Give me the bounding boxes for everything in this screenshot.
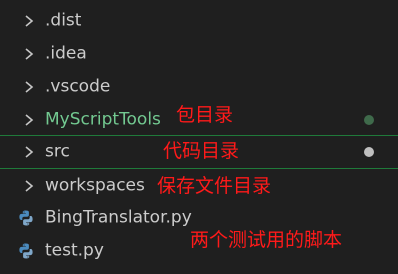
- status-dot: [364, 114, 374, 125]
- tree-item-label: workspaces: [45, 175, 145, 195]
- annotation-package-dir: 包目录: [176, 104, 234, 126]
- chevron-right-icon[interactable]: [22, 113, 36, 127]
- tree-item-label: src: [45, 141, 70, 162]
- tree-item-dist[interactable]: .dist: [0, 4, 398, 37]
- tree-item-vscode[interactable]: .vscode: [0, 70, 398, 103]
- annotation-workspace-dir: 保存文件目录: [157, 175, 272, 197]
- status-dot: [364, 147, 374, 157]
- annotation-code-dir: 代码目录: [163, 140, 240, 162]
- python-icon: [19, 243, 33, 258]
- annotation-test-scripts: 两个测试用的脚本: [190, 229, 343, 251]
- chevron-right-icon[interactable]: [22, 179, 36, 193]
- chevron-right-icon[interactable]: [22, 14, 36, 28]
- tree-item-label: .vscode: [45, 76, 111, 96]
- chevron-right-icon[interactable]: [22, 145, 36, 159]
- file-explorer: .dist .idea .vscode MyScriptTools src wo…: [0, 0, 398, 274]
- tree-item-label: test.py: [45, 240, 104, 260]
- chevron-right-icon[interactable]: [22, 80, 36, 94]
- chevron-right-icon[interactable]: [22, 47, 36, 61]
- tree-item-label: .dist: [45, 10, 82, 30]
- tree-item-idea[interactable]: .idea: [0, 37, 398, 70]
- tree-item-label: .idea: [45, 43, 87, 63]
- tree-item-label: MyScriptTools: [45, 109, 161, 129]
- tree-item-label: BingTranslator.py: [45, 207, 192, 227]
- python-icon: [19, 210, 33, 225]
